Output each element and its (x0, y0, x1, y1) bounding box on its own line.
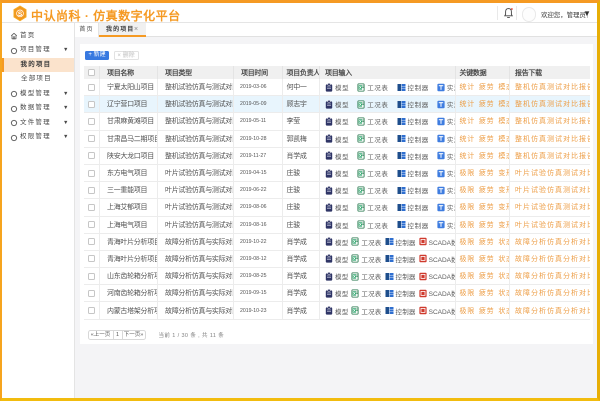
svg-text:S: S (18, 11, 23, 18)
